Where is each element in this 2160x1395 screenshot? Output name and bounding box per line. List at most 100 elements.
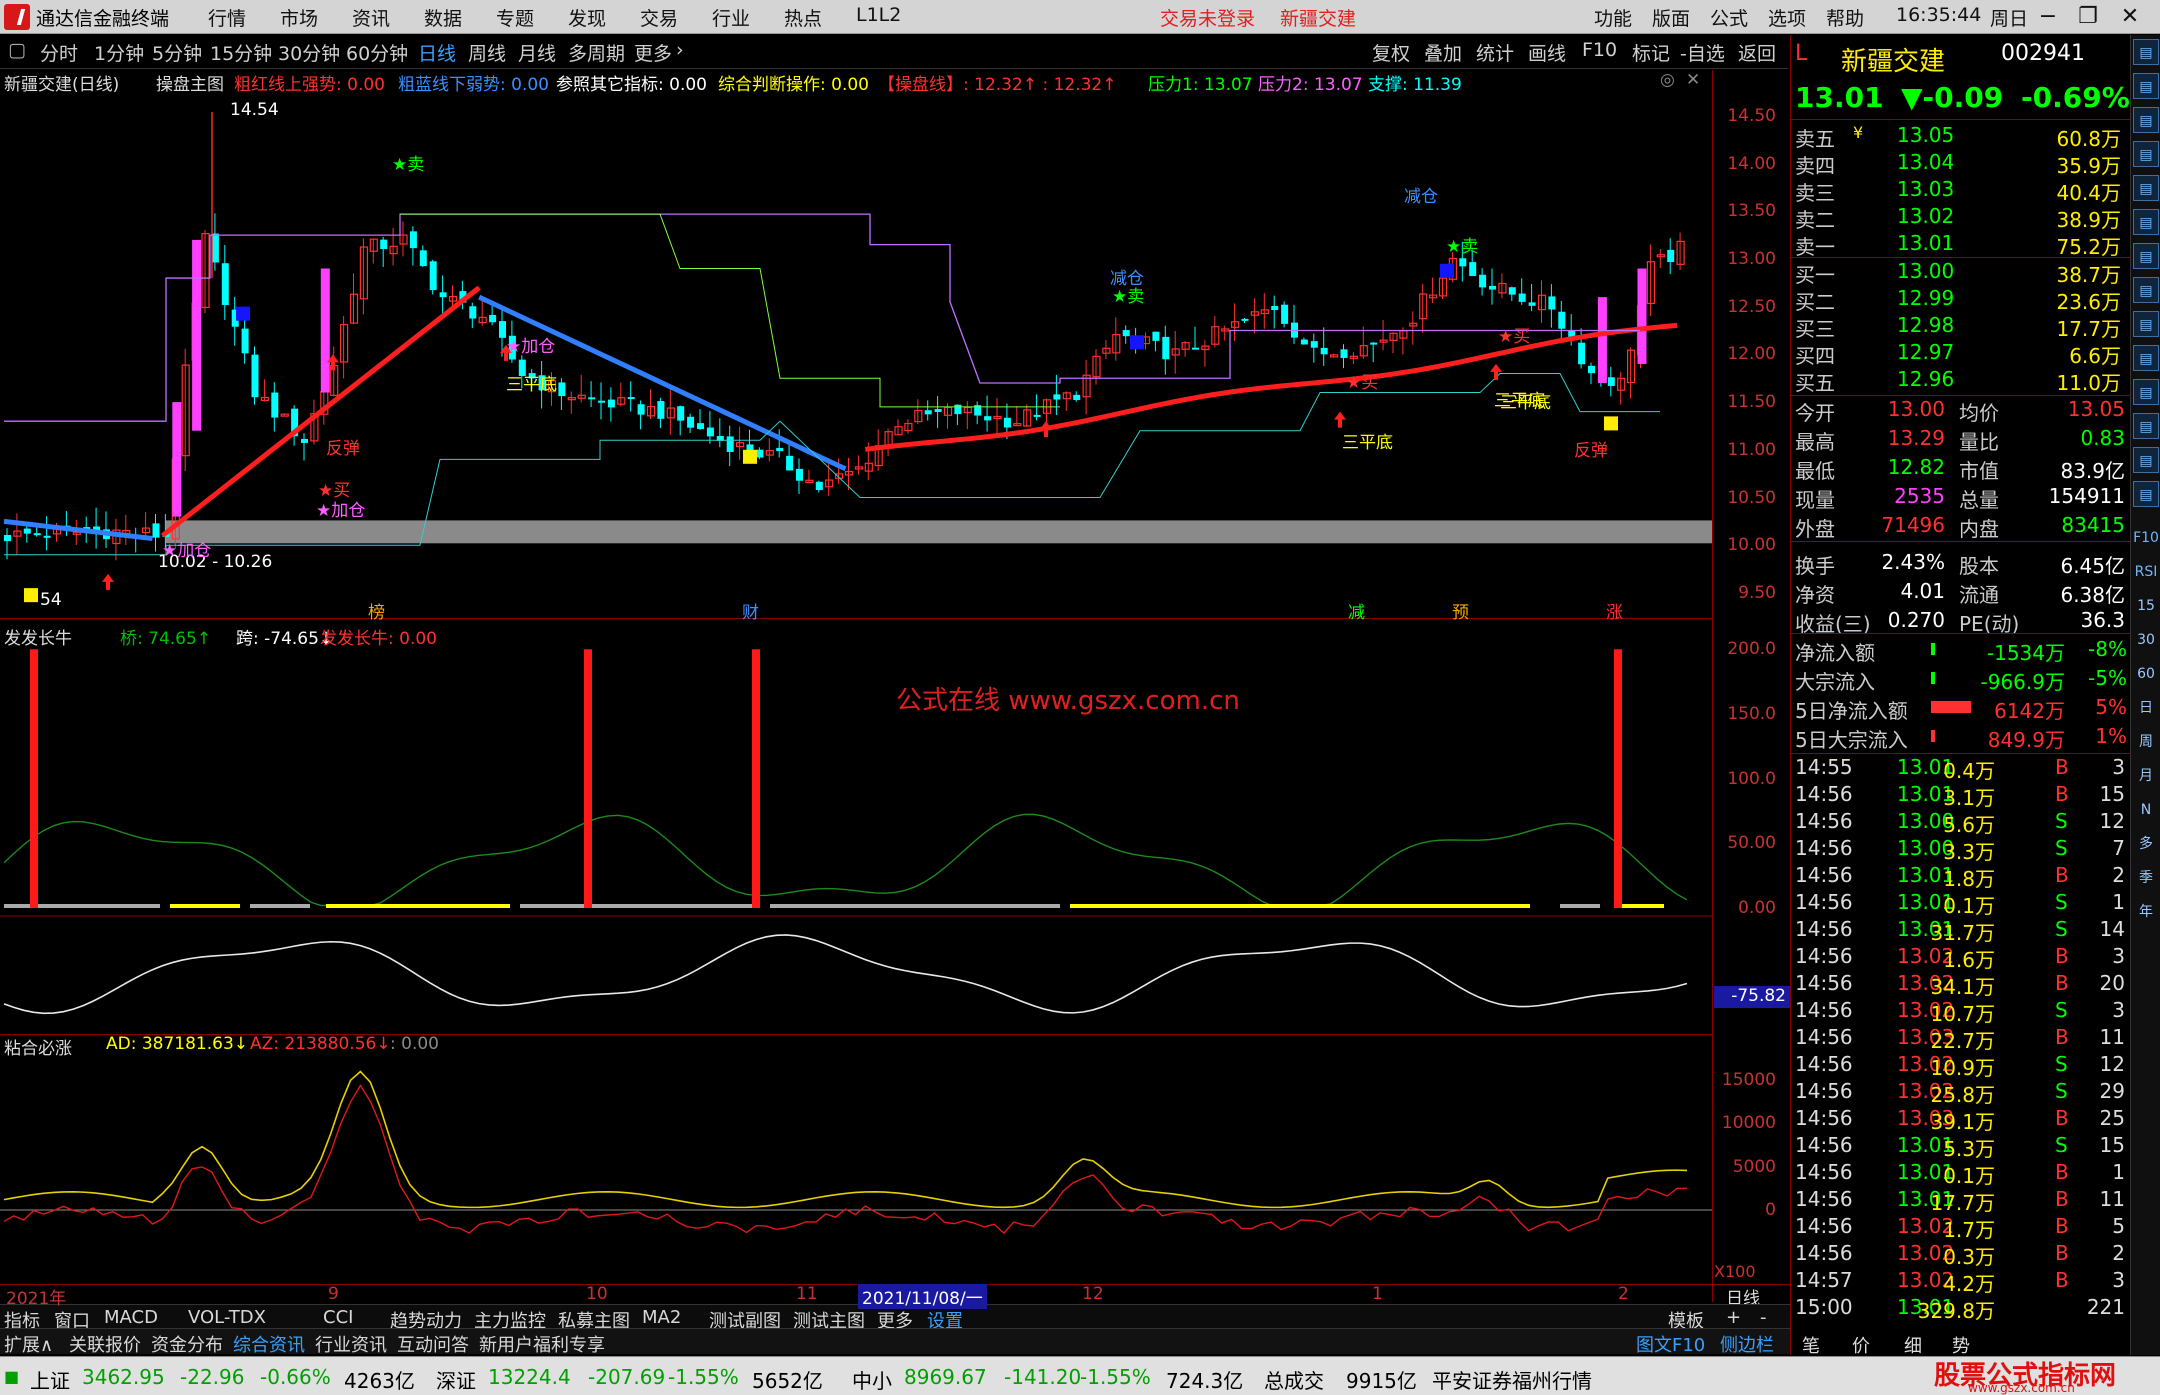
tool-icon[interactable]: ▤: [2133, 413, 2159, 439]
period-tab[interactable]: 60分钟: [346, 39, 408, 66]
tool-icon[interactable]: ▤: [2133, 107, 2159, 133]
info-tab[interactable]: 行业资讯: [315, 1331, 387, 1357]
period-tab[interactable]: 周线: [468, 39, 506, 66]
book-volume[interactable]: 38.7万: [2056, 259, 2121, 288]
book-volume[interactable]: 60.8万: [2056, 123, 2121, 152]
toolbar-button[interactable]: -自选: [1680, 39, 1725, 66]
book-volume[interactable]: 17.7万: [2056, 313, 2121, 342]
side-tab[interactable]: 笔: [1802, 1332, 1820, 1358]
tool-icon[interactable]: ▤: [2133, 481, 2159, 507]
period-shortcut[interactable]: 年: [2133, 899, 2159, 925]
menu-item[interactable]: 热点: [784, 4, 822, 31]
indicator-tab[interactable]: MACD: [104, 1307, 158, 1328]
menu-item[interactable]: 行业: [712, 4, 750, 31]
side-tab[interactable]: 细: [1904, 1332, 1922, 1358]
info-tab[interactable]: 扩展∧: [4, 1331, 53, 1357]
book-volume[interactable]: 75.2万: [2056, 231, 2121, 260]
info-tab[interactable]: 新用户福利专享: [479, 1331, 605, 1357]
indicator-panel-2[interactable]: [0, 644, 1712, 1034]
menu-item[interactable]: 功能: [1594, 4, 1632, 31]
menu-item[interactable]: 数据: [424, 4, 462, 31]
side-tab[interactable]: 价: [1852, 1332, 1870, 1358]
tool-icon[interactable]: ▤: [2133, 39, 2159, 65]
menu-item[interactable]: L1L2: [856, 4, 901, 26]
menu-item[interactable]: 版面: [1652, 4, 1690, 31]
book-volume[interactable]: 35.9万: [2056, 150, 2121, 179]
book-volume[interactable]: 40.4万: [2056, 177, 2121, 206]
period-shortcut[interactable]: F10: [2133, 525, 2159, 551]
tool-icon[interactable]: ▤: [2133, 311, 2159, 337]
book-volume[interactable]: 38.9万: [2056, 204, 2121, 233]
info-tab[interactable]: 资金分布: [151, 1331, 223, 1357]
indicator-tab[interactable]: VOL-TDX: [188, 1307, 266, 1328]
side-tab[interactable]: 势: [1952, 1332, 1970, 1358]
tool-icon[interactable]: ▤: [2133, 175, 2159, 201]
event-marker[interactable]: 榜: [368, 598, 385, 623]
toolbar-button[interactable]: 返回: [1738, 39, 1776, 66]
event-marker[interactable]: 涨: [1606, 598, 1623, 623]
period-tab[interactable]: 30分钟: [278, 39, 340, 66]
period-shortcut[interactable]: 日: [2133, 695, 2159, 721]
menu-item[interactable]: 市场: [280, 4, 318, 31]
menu-item[interactable]: 行情: [208, 4, 246, 31]
period-tab-active[interactable]: 日线: [418, 39, 456, 66]
period-shortcut[interactable]: N: [2133, 797, 2159, 823]
event-marker[interactable]: 减: [1348, 598, 1365, 623]
info-tab[interactable]: 综合资讯: [233, 1331, 305, 1357]
book-volume[interactable]: 6.6万: [2069, 340, 2121, 369]
chevron-right-icon[interactable]: ›: [676, 39, 684, 61]
template-control[interactable]: +: [1726, 1307, 1741, 1328]
toolbar-button[interactable]: 画线: [1528, 39, 1566, 66]
more-button[interactable]: 更多: [634, 39, 672, 66]
template-control[interactable]: -: [1760, 1307, 1767, 1328]
candlestick-chart[interactable]: [0, 92, 1712, 612]
book-volume[interactable]: 23.6万: [2056, 286, 2121, 315]
close-icon[interactable]: ✕: [2112, 2, 2148, 32]
menu-item[interactable]: 公式: [1710, 4, 1748, 31]
menu-item[interactable]: 资讯: [352, 4, 390, 31]
period-shortcut[interactable]: 60: [2133, 661, 2159, 687]
menu-item[interactable]: 帮助: [1826, 4, 1864, 31]
settings-icon[interactable]: ◎: [1660, 70, 1675, 90]
period-tab[interactable]: 15分钟: [210, 39, 272, 66]
indicator-tab[interactable]: MA2: [642, 1307, 681, 1328]
period-tab[interactable]: 月线: [518, 39, 556, 66]
toolbar-button[interactable]: 复权: [1372, 39, 1410, 66]
event-marker[interactable]: 财: [742, 598, 759, 623]
period-shortcut[interactable]: 多: [2133, 831, 2159, 857]
side-tab[interactable]: 图文F10: [1636, 1331, 1705, 1357]
period-tab[interactable]: 分时: [40, 39, 78, 66]
tool-icon[interactable]: ▤: [2133, 277, 2159, 303]
toolbar-button[interactable]: 标记: [1632, 39, 1670, 66]
book-volume[interactable]: 11.0万: [2056, 367, 2121, 396]
trade-login-status[interactable]: 交易未登录: [1160, 4, 1255, 31]
menu-item[interactable]: 发现: [568, 4, 606, 31]
period-shortcut[interactable]: 30: [2133, 627, 2159, 653]
close-icon[interactable]: ✕: [1686, 70, 1700, 90]
period-tab[interactable]: 1分钟: [94, 39, 144, 66]
restore-icon[interactable]: ❐: [2070, 2, 2106, 32]
info-tab[interactable]: 互动问答: [397, 1331, 469, 1357]
collapse-icon[interactable]: ▢: [8, 39, 26, 61]
tool-icon[interactable]: ▤: [2133, 73, 2159, 99]
menu-item[interactable]: 交易: [640, 4, 678, 31]
tool-icon[interactable]: ▤: [2133, 345, 2159, 371]
tool-icon[interactable]: ▤: [2133, 209, 2159, 235]
tool-icon[interactable]: ▤: [2133, 379, 2159, 405]
indicator-tab[interactable]: CCI: [323, 1307, 353, 1328]
period-shortcut[interactable]: RSI: [2133, 559, 2159, 585]
toolbar-button[interactable]: F10: [1582, 39, 1617, 61]
event-marker[interactable]: 预: [1452, 598, 1469, 623]
tool-icon[interactable]: ▤: [2133, 243, 2159, 269]
toolbar-button[interactable]: 统计: [1476, 39, 1514, 66]
period-shortcut[interactable]: 月: [2133, 763, 2159, 789]
tool-icon[interactable]: ▤: [2133, 141, 2159, 167]
toolbar-button[interactable]: 叠加: [1424, 39, 1462, 66]
period-shortcut[interactable]: 周: [2133, 729, 2159, 755]
period-shortcut[interactable]: 季: [2133, 865, 2159, 891]
menu-item[interactable]: 专题: [496, 4, 534, 31]
minimize-icon[interactable]: −: [2030, 2, 2066, 32]
indicator-panel-3[interactable]: [0, 1054, 1712, 1284]
tool-icon[interactable]: ▤: [2133, 447, 2159, 473]
period-tab[interactable]: 5分钟: [152, 39, 202, 66]
